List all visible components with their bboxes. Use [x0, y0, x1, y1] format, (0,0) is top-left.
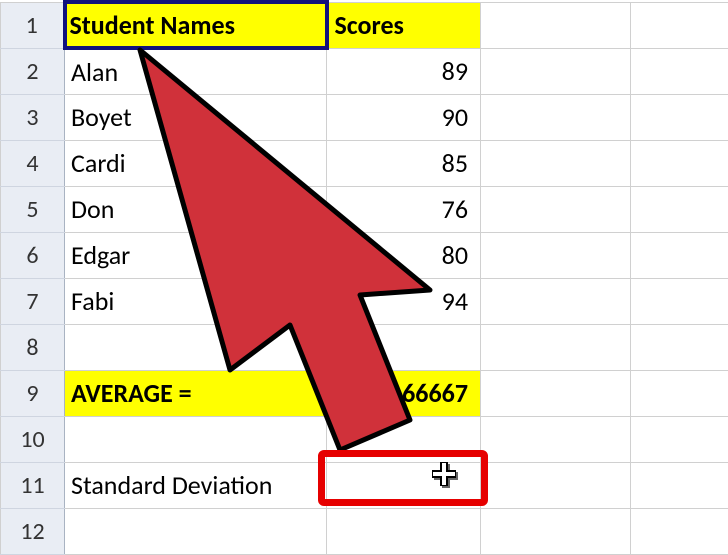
- row-number[interactable]: 9: [1, 370, 65, 416]
- cell-average-label[interactable]: AVERAGE =: [65, 370, 327, 416]
- row-number[interactable]: 4: [1, 140, 65, 186]
- cell[interactable]: [65, 416, 327, 462]
- cell[interactable]: [481, 94, 631, 140]
- cell[interactable]: [481, 324, 631, 370]
- cell-stddev-label[interactable]: Standard Deviation: [65, 462, 327, 508]
- cell[interactable]: Boyet: [65, 94, 327, 140]
- cell[interactable]: [327, 324, 481, 370]
- table-row: 4 Cardi 85: [1, 140, 728, 186]
- cell[interactable]: 80: [327, 232, 481, 278]
- table-row: 2 Alan 89: [1, 48, 728, 94]
- table-row: 12: [1, 508, 728, 554]
- cell[interactable]: [631, 232, 728, 278]
- table-row: 1 Student Names Scores: [1, 2, 728, 48]
- table-row: 5 Don 76: [1, 186, 728, 232]
- cell[interactable]: Alan: [65, 48, 327, 94]
- row-number[interactable]: 7: [1, 278, 65, 324]
- row-number[interactable]: 5: [1, 186, 65, 232]
- cell[interactable]: [65, 324, 327, 370]
- cell[interactable]: [481, 140, 631, 186]
- cell[interactable]: 89: [327, 48, 481, 94]
- table-row: 6 Edgar 80: [1, 232, 728, 278]
- cell[interactable]: 90: [327, 94, 481, 140]
- cell[interactable]: [631, 140, 728, 186]
- cell[interactable]: 94: [327, 278, 481, 324]
- table-row: 10: [1, 416, 728, 462]
- cell[interactable]: 76: [327, 186, 481, 232]
- cell[interactable]: [481, 462, 631, 508]
- table-row: 3 Boyet 90: [1, 94, 728, 140]
- cell[interactable]: [631, 462, 728, 508]
- cell[interactable]: Fabi: [65, 278, 327, 324]
- cell[interactable]: [481, 416, 631, 462]
- cell[interactable]: [481, 2, 631, 48]
- table-row: 8: [1, 324, 728, 370]
- row-number[interactable]: 12: [1, 508, 65, 554]
- cell[interactable]: [327, 508, 481, 554]
- row-number[interactable]: 11: [1, 462, 65, 508]
- cell[interactable]: [631, 370, 728, 416]
- table-row: 9 AVERAGE = 66667: [1, 370, 728, 416]
- cell[interactable]: [631, 324, 728, 370]
- table-row: 7 Fabi 94: [1, 278, 728, 324]
- cell[interactable]: Cardi: [65, 140, 327, 186]
- cell[interactable]: [481, 186, 631, 232]
- cell[interactable]: 85: [327, 140, 481, 186]
- cell[interactable]: [481, 48, 631, 94]
- cell[interactable]: [631, 278, 728, 324]
- cell[interactable]: [631, 186, 728, 232]
- cell[interactable]: [481, 232, 631, 278]
- row-number[interactable]: 6: [1, 232, 65, 278]
- cell[interactable]: [65, 508, 327, 554]
- row-number[interactable]: 2: [1, 48, 65, 94]
- row-number[interactable]: 1: [1, 2, 65, 48]
- cell-a1-header[interactable]: Student Names: [65, 2, 327, 48]
- spreadsheet-grid[interactable]: 1 Student Names Scores 2 Alan 89 3 Boyet…: [0, 0, 728, 555]
- cell-b1-header[interactable]: Scores: [327, 2, 481, 48]
- cell[interactable]: [481, 278, 631, 324]
- cell-stddev-value[interactable]: [327, 462, 481, 508]
- cell[interactable]: [481, 508, 631, 554]
- row-number[interactable]: 10: [1, 416, 65, 462]
- cell[interactable]: [631, 416, 728, 462]
- cell[interactable]: [631, 508, 728, 554]
- cell[interactable]: [631, 2, 728, 48]
- cell[interactable]: Don: [65, 186, 327, 232]
- cell[interactable]: [631, 48, 728, 94]
- row-number[interactable]: 3: [1, 94, 65, 140]
- cell-average-value[interactable]: 66667: [327, 370, 481, 416]
- cell[interactable]: [631, 94, 728, 140]
- cell[interactable]: Edgar: [65, 232, 327, 278]
- cell[interactable]: [327, 416, 481, 462]
- table-row: 11 Standard Deviation: [1, 462, 728, 508]
- row-number[interactable]: 8: [1, 324, 65, 370]
- cell[interactable]: [481, 370, 631, 416]
